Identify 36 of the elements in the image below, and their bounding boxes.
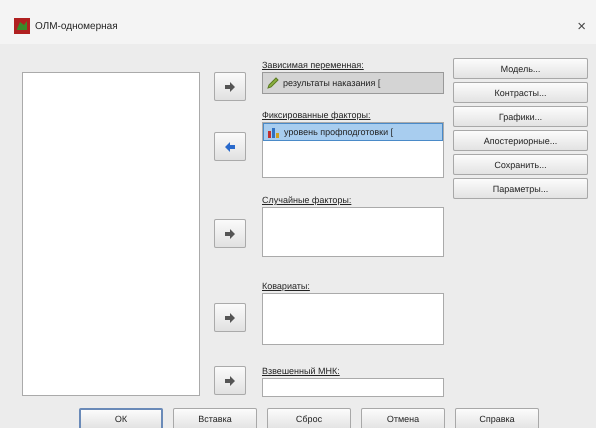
pencil-icon bbox=[266, 76, 280, 90]
field-label: Зависимая переменная: bbox=[262, 60, 365, 70]
dialog-button[interactable]: Апостериорные... bbox=[453, 130, 588, 151]
app-icon bbox=[14, 18, 30, 34]
arrow-icon bbox=[224, 82, 236, 92]
dialog-button[interactable]: Модель... bbox=[453, 58, 588, 79]
dialog-button[interactable]: Параметры... bbox=[453, 178, 588, 199]
dialog-button[interactable]: Сохранить... bbox=[453, 154, 588, 175]
list-item[interactable]: уровень профподготовки [ bbox=[263, 123, 443, 141]
arrow-icon bbox=[224, 142, 236, 152]
field-label: Взвешенный МНК: bbox=[262, 366, 341, 376]
fixed-factors-list[interactable]: уровень профподготовки [ bbox=[262, 122, 444, 178]
variable-icon bbox=[267, 125, 281, 139]
variable-name: результаты наказания [ bbox=[283, 78, 380, 88]
move-button[interactable] bbox=[214, 366, 246, 395]
move-button[interactable] bbox=[214, 219, 246, 248]
arrow-icon bbox=[224, 312, 236, 322]
arrow-icon bbox=[224, 376, 236, 386]
move-button[interactable] bbox=[214, 303, 246, 332]
field-label: Фиксированные факторы: bbox=[262, 110, 372, 120]
move-button[interactable] bbox=[214, 132, 246, 161]
dependent-variable-field[interactable]: результаты наказания [ bbox=[262, 72, 444, 94]
dialog-button[interactable]: Вставка bbox=[173, 408, 257, 428]
dialog-button[interactable]: Графики... bbox=[453, 106, 588, 127]
window-title: ОЛМ-одномерная bbox=[35, 20, 119, 32]
move-button[interactable] bbox=[214, 72, 246, 101]
weight-field[interactable] bbox=[262, 378, 444, 397]
dialog-button[interactable]: ОК bbox=[79, 408, 163, 428]
dialog-button[interactable]: Отмена bbox=[361, 408, 445, 428]
arrow-icon bbox=[224, 228, 236, 238]
dialog-button[interactable]: Справка bbox=[455, 408, 539, 428]
dialog-button[interactable]: Контрасты... bbox=[453, 82, 588, 103]
field-label: Ковариаты: bbox=[262, 281, 311, 291]
close-button[interactable]: × bbox=[577, 18, 586, 34]
field-label: Случайные факторы: bbox=[262, 195, 352, 205]
dialog-button[interactable]: Сброс bbox=[267, 408, 351, 428]
